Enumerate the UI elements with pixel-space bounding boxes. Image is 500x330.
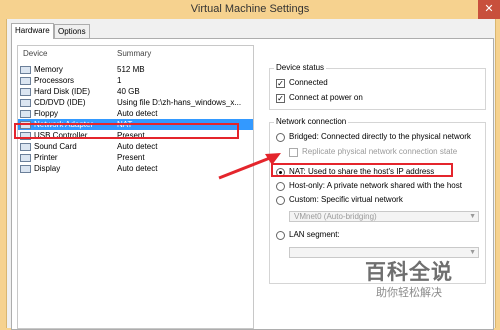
device-name: Printer [34,153,58,162]
watermark-tagline: 助你轻松解决 [376,286,442,299]
device-summary: Auto detect [117,142,158,151]
device-status-title: Device status [274,63,327,72]
device-summary: 40 GB [117,87,140,96]
column-header-device[interactable]: Device [23,49,47,58]
window-title: Virtual Machine Settings [190,3,310,15]
tab-hardware[interactable]: Hardware [11,23,54,39]
device-row-memory[interactable]: Memory 512 MB [18,64,253,75]
device-summary: 1 [117,76,122,85]
device-name: Display [34,164,61,173]
bridged-radio[interactable] [276,133,285,142]
column-header-summary[interactable]: Summary [117,49,151,58]
connected-label: Connected [289,78,328,87]
connect-at-power-on-checkbox[interactable]: ✓ [276,94,285,103]
device-list[interactable]: Device Summary Memory 512 MB Processors … [17,45,254,329]
tab-options[interactable]: Options [54,24,90,38]
bridged-label: Bridged: Connected directly to the physi… [289,132,471,141]
device-name: Hard Disk (IDE) [34,87,91,96]
device-name: CD/DVD (IDE) [34,98,86,107]
custom-label: Custom: Specific virtual network [289,195,403,204]
device-row-processors[interactable]: Processors 1 [18,75,253,86]
lan-segment-label: LAN segment: [289,230,340,239]
connect-at-power-on-label: Connect at power on [289,93,363,102]
replicate-checkbox[interactable] [289,148,298,157]
hard-disk-icon [20,88,31,96]
custom-network-value: VMnet0 (Auto-bridging) [294,212,377,221]
replicate-label: Replicate physical network connection st… [302,147,458,156]
printer-icon [20,154,31,162]
device-row-floppy[interactable]: Floppy Auto detect [18,108,253,119]
custom-radio[interactable] [276,196,285,205]
device-status-group: Device status ✓ Connected ✓ Connect at p… [269,63,486,110]
title-bar: Virtual Machine Settings ✕ [0,0,500,19]
device-name: Floppy [34,109,59,118]
device-summary: 512 MB [117,65,145,74]
device-name: Processors [34,76,75,85]
chevron-down-icon: ▼ [469,213,476,220]
sound-card-icon [20,143,31,151]
annotation-arrow-icon [218,153,281,180]
device-summary: Auto detect [117,164,158,173]
lan-segment-radio[interactable] [276,231,285,240]
device-summary: Present [117,153,145,162]
network-adapter-highlight-box [14,123,239,139]
close-icon[interactable]: ✕ [478,0,500,19]
device-row-cd-dvd[interactable]: CD/DVD (IDE) Using file D:\zh-hans_windo… [18,97,253,108]
device-row-hard-disk[interactable]: Hard Disk (IDE) 40 GB [18,86,253,97]
device-name: Sound Card [34,142,77,151]
display-icon [20,165,31,173]
custom-network-select[interactable]: VMnet0 (Auto-bridging) ▼ [289,211,479,222]
memory-icon [20,66,31,74]
connected-checkbox[interactable]: ✓ [276,79,285,88]
chevron-down-icon: ▼ [469,249,476,256]
cd-dvd-icon [20,99,31,107]
device-summary: Auto detect [117,109,158,118]
device-summary: Using file D:\zh-hans_windows_x... [117,98,242,107]
nat-highlight-box [271,163,453,177]
device-name: Memory [34,65,63,74]
host-only-label: Host-only: A private network shared with… [289,181,462,190]
watermark-logo-text: 百科全说 [365,260,453,284]
network-connection-title: Network connection [274,117,349,126]
floppy-icon [20,110,31,118]
host-only-radio[interactable] [276,182,285,191]
processor-icon [20,77,31,85]
